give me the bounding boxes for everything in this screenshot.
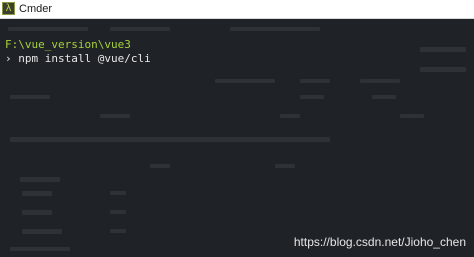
terminal-console[interactable]: F:\vue_version\vue3 › npm install @vue/c… [0,19,474,257]
watermark-url: https://blog.csdn.net/Jioho_chen [293,235,466,249]
window-title: Cmder [19,3,53,15]
title-bar[interactable]: λ Cmder [0,0,474,19]
current-directory: F:\vue_version\vue3 [5,38,131,51]
lambda-icon: λ [2,2,15,15]
prompt-symbol: › [5,52,12,65]
command-text: npm install @vue/cli [11,52,151,65]
command-line[interactable]: › npm install @vue/cli [5,52,151,66]
